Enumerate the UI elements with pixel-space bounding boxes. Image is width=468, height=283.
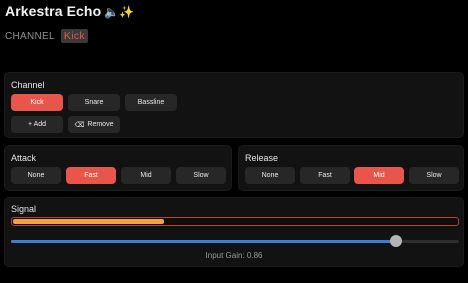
channel-indicator-value: Kick — [60, 29, 88, 43]
attack-option-mid[interactable]: Mid — [121, 167, 171, 184]
release-option-mid[interactable]: Mid — [354, 167, 404, 184]
release-panel-title: Release — [245, 153, 279, 163]
input-gain-slider-thumb[interactable] — [390, 235, 402, 247]
app-title-text: Arkestra Echo — [5, 3, 102, 19]
channel-option-bassline[interactable]: Bassline — [125, 94, 177, 111]
signal-level-meter — [11, 217, 459, 226]
add-channel-button[interactable]: + Add — [11, 116, 63, 133]
channel-indicator: CHANNEL Kick — [5, 29, 88, 43]
attack-option-fast[interactable]: Fast — [66, 167, 116, 184]
remove-channel-label: Remove — [87, 121, 114, 128]
attack-option-slow[interactable]: Slow — [176, 167, 226, 184]
speaker-sparkles-icon: 🔈✨ — [104, 5, 135, 19]
channel-indicator-label: CHANNEL — [5, 30, 55, 42]
remove-channel-button[interactable]: ⌫ Remove — [68, 116, 120, 133]
release-option-fast[interactable]: Fast — [300, 167, 350, 184]
input-gain-label: Input Gain: 0.86 — [205, 251, 263, 260]
backspace-icon: ⌫ — [74, 120, 85, 129]
channel-option-kick[interactable]: Kick — [11, 94, 63, 111]
app-title: Arkestra Echo 🔈✨ — [5, 3, 134, 19]
signal-panel-title: Signal — [11, 204, 37, 214]
signal-level-fill — [13, 219, 164, 224]
input-gain-slider-fill — [11, 240, 396, 243]
release-option-slow[interactable]: Slow — [409, 167, 459, 184]
attack-panel-title: Attack — [11, 153, 37, 163]
channel-panel-title: Channel — [11, 80, 45, 90]
channel-option-snare[interactable]: Snare — [68, 94, 120, 111]
attack-option-none[interactable]: None — [11, 167, 61, 184]
release-option-none[interactable]: None — [245, 167, 295, 184]
